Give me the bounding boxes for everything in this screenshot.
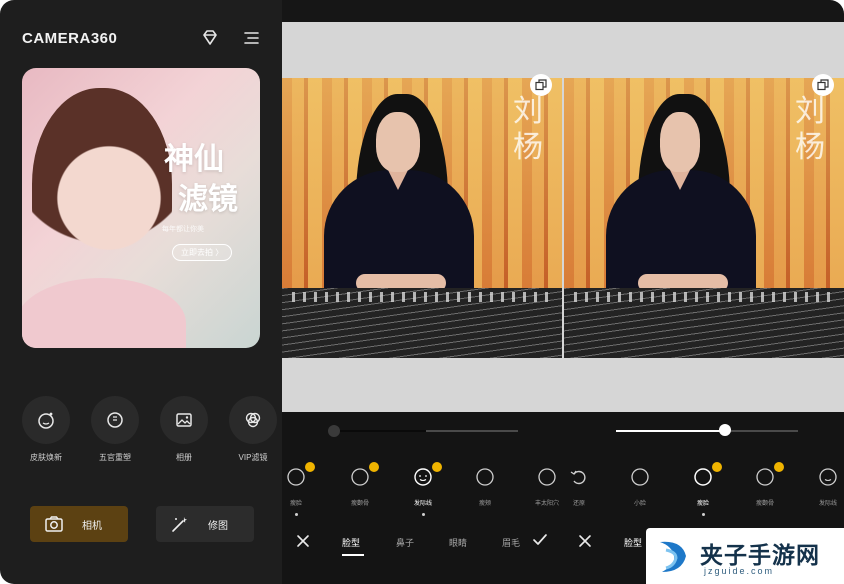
option-small-face[interactable]: 小脸	[620, 466, 660, 507]
photo-preview: 刘杨 刘杨	[282, 22, 844, 412]
banner-subtitle: 每年都让你美	[162, 226, 204, 233]
menu-icon[interactable]	[242, 28, 262, 48]
tab-nose[interactable]: 鼻子	[396, 536, 414, 549]
tool-skin-renew[interactable]: 皮肤焕新	[21, 396, 71, 463]
option-hairline[interactable]: 发际线	[808, 466, 844, 507]
undo-icon	[568, 466, 590, 488]
photo-after: 刘杨	[564, 78, 844, 358]
face-outline-icon	[349, 462, 379, 488]
tool-label: 五官重塑	[99, 453, 131, 462]
option-hairline[interactable]: 发际线	[403, 462, 443, 516]
editor-panel: 刘杨 刘杨 瘦脸 瘦颧骨 发际线 瘦颊 丰太阳穴 还原 小脸 瘦脸 瘦颧骨 发际…	[282, 0, 844, 584]
face-reshape-icon	[91, 396, 139, 444]
app-brand: CAMERA360	[22, 30, 118, 47]
close-icon[interactable]	[296, 534, 310, 553]
banner-portrait	[32, 88, 172, 288]
face-sparkle-icon	[22, 396, 70, 444]
face-outline-icon	[692, 462, 722, 488]
banner-portrait-shoulder	[22, 278, 186, 348]
tab-underline	[342, 554, 364, 556]
compare-icon[interactable]	[530, 74, 552, 96]
home-panel: CAMERA360 神仙 滤镜 每年都让你美 立即去拍 〉 皮肤焕新 五官重塑 …	[0, 0, 282, 584]
face-outline-icon	[536, 466, 558, 488]
magic-wand-icon	[172, 517, 187, 532]
site-logo-overlay: 夹子手游网 jzguide.com	[646, 528, 844, 584]
logo-wave-icon	[656, 536, 692, 576]
banner-title-line1: 神仙	[164, 142, 224, 177]
photo-before: 刘杨	[282, 78, 562, 358]
face-outline-icon	[754, 462, 784, 488]
compare-icon[interactable]	[812, 74, 834, 96]
vip-badge	[369, 462, 379, 472]
camera-button-label: 相机	[82, 520, 102, 532]
confirm-icon[interactable]	[532, 533, 548, 552]
vip-badge	[305, 462, 315, 472]
option-restore[interactable]: 还原	[559, 466, 599, 507]
face-outline-icon	[629, 466, 651, 488]
tab-face-shape[interactable]: 脸型	[624, 536, 642, 549]
logo-name: 夹子手游网	[700, 542, 820, 568]
logo-url: jzguide.com	[704, 566, 775, 576]
face-smile-icon	[412, 462, 442, 488]
slider-knob[interactable]	[328, 425, 340, 437]
edit-button-label: 修图	[208, 520, 228, 532]
photo-watermark: 刘杨	[513, 94, 543, 165]
option-thin-cheek[interactable]: 瘦颊	[465, 466, 505, 507]
option-cheekbone[interactable]: 瘦颧骨	[340, 462, 380, 507]
photo-watermark: 刘杨	[795, 94, 825, 165]
camera-icon	[45, 516, 63, 532]
tool-label: 皮肤焕新	[30, 453, 62, 462]
tool-label: VIP滤镜	[238, 453, 268, 462]
face-smile-icon	[817, 466, 839, 488]
tool-label: 相册	[176, 453, 192, 462]
edit-button[interactable]: 修图	[156, 506, 254, 542]
face-outline-icon	[285, 462, 315, 488]
banner-title-line2: 滤镜	[178, 182, 238, 217]
vip-filter-icon	[229, 396, 277, 444]
close-icon[interactable]	[578, 534, 592, 553]
option-thin-face[interactable]: 瘦脸	[282, 462, 316, 516]
face-outline-icon	[474, 466, 496, 488]
tab-eyes[interactable]: 眼睛	[449, 536, 467, 549]
tool-gallery[interactable]: 相册	[159, 396, 209, 463]
vip-badge	[432, 462, 442, 472]
tool-face-reshape[interactable]: 五官重塑	[90, 396, 140, 463]
camera-button[interactable]: 相机	[30, 506, 128, 542]
tab-eyebrows[interactable]: 眉毛	[502, 536, 520, 549]
tool-vip-filter[interactable]: VIP滤镜	[228, 396, 278, 463]
banner-cta-button[interactable]: 立即去拍 〉	[172, 244, 233, 261]
vip-badge	[774, 462, 784, 472]
option-thin-face[interactable]: 瘦脸	[683, 462, 723, 516]
diamond-icon[interactable]	[200, 28, 220, 48]
vip-badge	[712, 462, 722, 472]
gallery-icon	[160, 396, 208, 444]
option-cheekbone[interactable]: 瘦颧骨	[745, 462, 785, 507]
promo-banner[interactable]: 神仙 滤镜 每年都让你美 立即去拍 〉	[22, 68, 260, 348]
tab-face-shape[interactable]: 脸型	[342, 536, 360, 549]
